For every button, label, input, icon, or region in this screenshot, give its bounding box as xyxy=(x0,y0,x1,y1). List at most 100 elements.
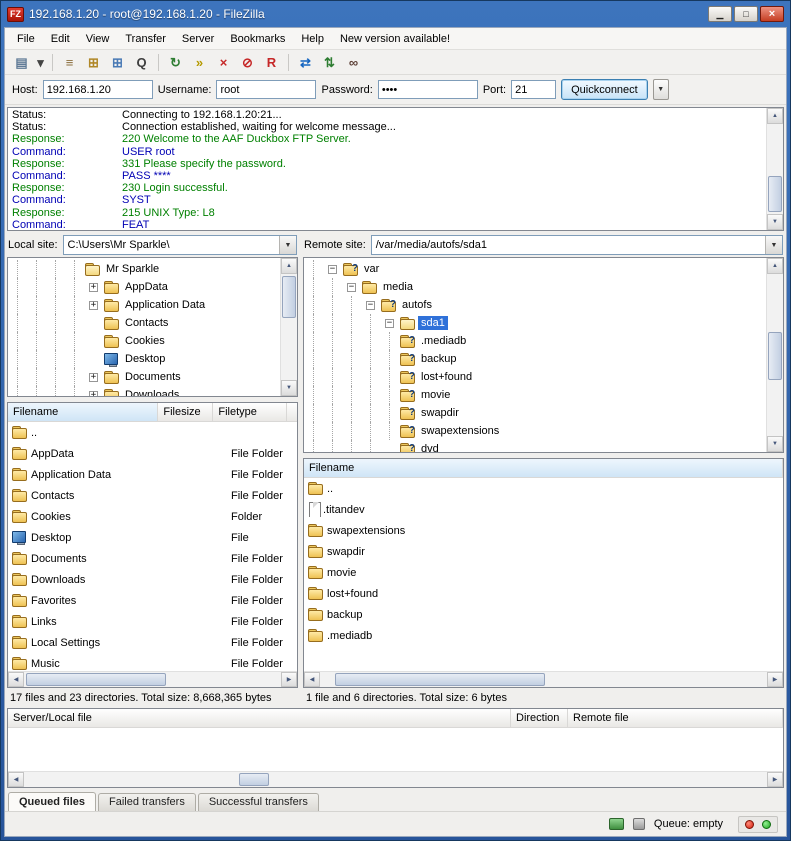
scroll-thumb[interactable] xyxy=(768,332,782,380)
remote-site-combo[interactable]: /var/media/autofs/sda1 ▼ xyxy=(371,235,783,255)
menu-item-file[interactable]: File xyxy=(9,30,43,48)
remote-tree-scrollbar[interactable]: ▲▼ xyxy=(766,258,783,452)
remote-file-row-titandev[interactable]: .titandev xyxy=(304,499,783,520)
remote-tree-item-dvd[interactable]: ?dvd xyxy=(304,440,766,452)
speed-limit-icon[interactable] xyxy=(633,818,645,830)
remote-tree-item-swapdir[interactable]: ?swapdir xyxy=(304,404,766,422)
scroll-track[interactable] xyxy=(767,124,783,214)
scroll-track[interactable] xyxy=(24,772,767,787)
scroll-right-icon[interactable]: ▶ xyxy=(767,672,783,687)
queue-column-header-remote-file[interactable]: Remote file xyxy=(568,709,783,727)
queue-column-header-server-local-file[interactable]: Server/Local file xyxy=(8,709,511,727)
tab-successful-transfers[interactable]: Successful transfers xyxy=(198,793,319,811)
site-manager-button[interactable]: ▤ xyxy=(10,52,33,73)
quickconnect-dropdown-button[interactable]: ▼ xyxy=(653,79,669,100)
local-file-row-appdata[interactable]: AppDataFile Folder xyxy=(8,443,297,464)
remote-site-dropdown-button[interactable]: ▼ xyxy=(765,236,782,254)
local-tree-item-appdata[interactable]: +AppData xyxy=(8,278,280,296)
local-list-hscrollbar[interactable]: ◀▶ xyxy=(8,671,297,687)
local-file-row-desktop[interactable]: DesktopFile xyxy=(8,527,297,548)
menu-item-edit[interactable]: Edit xyxy=(43,30,78,48)
remote-file-row-swapextensions[interactable]: swapextensions xyxy=(304,520,783,541)
collapse-icon[interactable]: − xyxy=(361,301,380,310)
expand-icon[interactable]: + xyxy=(84,391,103,397)
scroll-right-icon[interactable]: ▶ xyxy=(767,772,783,787)
local-file-row-music[interactable]: MusicFile Folder xyxy=(8,653,297,671)
local-file-row-documents[interactable]: DocumentsFile Folder xyxy=(8,548,297,569)
process-queue-button[interactable]: » xyxy=(188,52,211,73)
toggle-local-tree-button[interactable]: ⊞ xyxy=(82,52,105,73)
expand-icon[interactable]: + xyxy=(84,301,103,310)
password-input[interactable] xyxy=(378,80,478,99)
remote-tree-item-swapextensions[interactable]: ?swapextensions xyxy=(304,422,766,440)
toggle-transfer-queue-button[interactable]: Q xyxy=(130,52,153,73)
local-tree-item-contacts[interactable]: Contacts xyxy=(8,314,280,332)
local-file-row-cookies[interactable]: CookiesFolder xyxy=(8,506,297,527)
remote-tree-item-backup[interactable]: ?backup xyxy=(304,350,766,368)
remote-tree-item-autofs[interactable]: −?autofs xyxy=(304,296,766,314)
local-tree-scrollbar[interactable]: ▲▼ xyxy=(280,258,297,396)
local-file-row-contacts[interactable]: ContactsFile Folder xyxy=(8,485,297,506)
local-file-row-favorites[interactable]: FavoritesFile Folder xyxy=(8,590,297,611)
local-column-header-filesize[interactable]: Filesize xyxy=(158,403,213,421)
local-file-row-downloads[interactable]: DownloadsFile Folder xyxy=(8,569,297,590)
scroll-down-icon[interactable]: ▼ xyxy=(767,436,783,452)
scroll-thumb[interactable] xyxy=(26,673,166,686)
remote-tree-item-mediadb[interactable]: ?.mediadb xyxy=(304,332,766,350)
find-files-button[interactable]: ∞ xyxy=(342,52,365,73)
cancel-operation-button[interactable]: × xyxy=(212,52,235,73)
local-file-row-item[interactable]: .. xyxy=(8,422,297,443)
toggle-message-log-button[interactable]: ≡ xyxy=(58,52,81,73)
remote-tree-item-media[interactable]: −media xyxy=(304,278,766,296)
local-file-row-local-settings[interactable]: Local SettingsFile Folder xyxy=(8,632,297,653)
menu-item-new-version-available[interactable]: New version available! xyxy=(332,30,458,48)
close-button[interactable]: × xyxy=(760,6,784,22)
scroll-up-icon[interactable]: ▲ xyxy=(767,108,783,124)
local-tree-item-documents[interactable]: +Documents xyxy=(8,368,280,386)
menu-item-bookmarks[interactable]: Bookmarks xyxy=(222,30,293,48)
remote-column-header-filename[interactable]: Filename xyxy=(304,459,783,477)
remote-tree-item-lost-found[interactable]: ?lost+found xyxy=(304,368,766,386)
scroll-thumb[interactable] xyxy=(768,176,782,212)
scroll-thumb[interactable] xyxy=(239,773,269,786)
local-tree-item-downloads[interactable]: +Downloads xyxy=(8,386,280,396)
scroll-right-icon[interactable]: ▶ xyxy=(281,672,297,687)
expand-icon[interactable]: + xyxy=(84,373,103,382)
disconnect-button[interactable]: ⊘ xyxy=(236,52,259,73)
host-input[interactable] xyxy=(43,80,153,99)
scroll-left-icon[interactable]: ◀ xyxy=(8,672,24,687)
username-input[interactable] xyxy=(216,80,316,99)
scroll-thumb[interactable] xyxy=(282,276,296,318)
local-file-row-links[interactable]: LinksFile Folder xyxy=(8,611,297,632)
local-site-dropdown-button[interactable]: ▼ xyxy=(279,236,296,254)
scroll-down-icon[interactable]: ▼ xyxy=(767,214,783,230)
local-column-header-filetype[interactable]: Filetype xyxy=(213,403,287,421)
local-tree-item-application-data[interactable]: +Application Data xyxy=(8,296,280,314)
local-column-header-filename[interactable]: Filename xyxy=(8,403,158,421)
remote-file-row-movie[interactable]: movie xyxy=(304,562,783,583)
remote-file-row-lost-found[interactable]: lost+found xyxy=(304,583,783,604)
remote-file-row-swapdir[interactable]: swapdir xyxy=(304,541,783,562)
remote-tree-item-sda1[interactable]: −sda1 xyxy=(304,314,766,332)
minimize-button[interactable]: ▁ xyxy=(708,6,732,22)
collapse-icon[interactable]: − xyxy=(380,319,399,328)
local-file-row-application-data[interactable]: Application DataFile Folder xyxy=(8,464,297,485)
port-input[interactable] xyxy=(511,80,556,99)
expand-icon[interactable]: + xyxy=(84,283,103,292)
collapse-icon[interactable]: − xyxy=(342,283,361,292)
remote-tree-item-movie[interactable]: ?movie xyxy=(304,386,766,404)
remote-file-row-mediadb[interactable]: .mediadb xyxy=(304,625,783,646)
local-tree-item-mr-sparkle[interactable]: Mr Sparkle xyxy=(8,260,280,278)
menu-item-transfer[interactable]: Transfer xyxy=(117,30,174,48)
tab-failed-transfers[interactable]: Failed transfers xyxy=(98,793,196,811)
local-tree-item-desktop[interactable]: Desktop xyxy=(8,350,280,368)
reconnect-button[interactable]: R xyxy=(260,52,283,73)
refresh-button[interactable]: ↻ xyxy=(164,52,187,73)
transfer-type-icon[interactable] xyxy=(609,818,624,830)
remote-list-hscrollbar[interactable]: ◀▶ xyxy=(304,671,783,687)
remote-file-row-backup[interactable]: backup xyxy=(304,604,783,625)
directory-comparison-button[interactable]: ⇄ xyxy=(294,52,317,73)
collapse-icon[interactable]: − xyxy=(323,265,342,274)
menu-item-server[interactable]: Server xyxy=(174,30,222,48)
synchronized-browsing-button[interactable]: ⇅ xyxy=(318,52,341,73)
